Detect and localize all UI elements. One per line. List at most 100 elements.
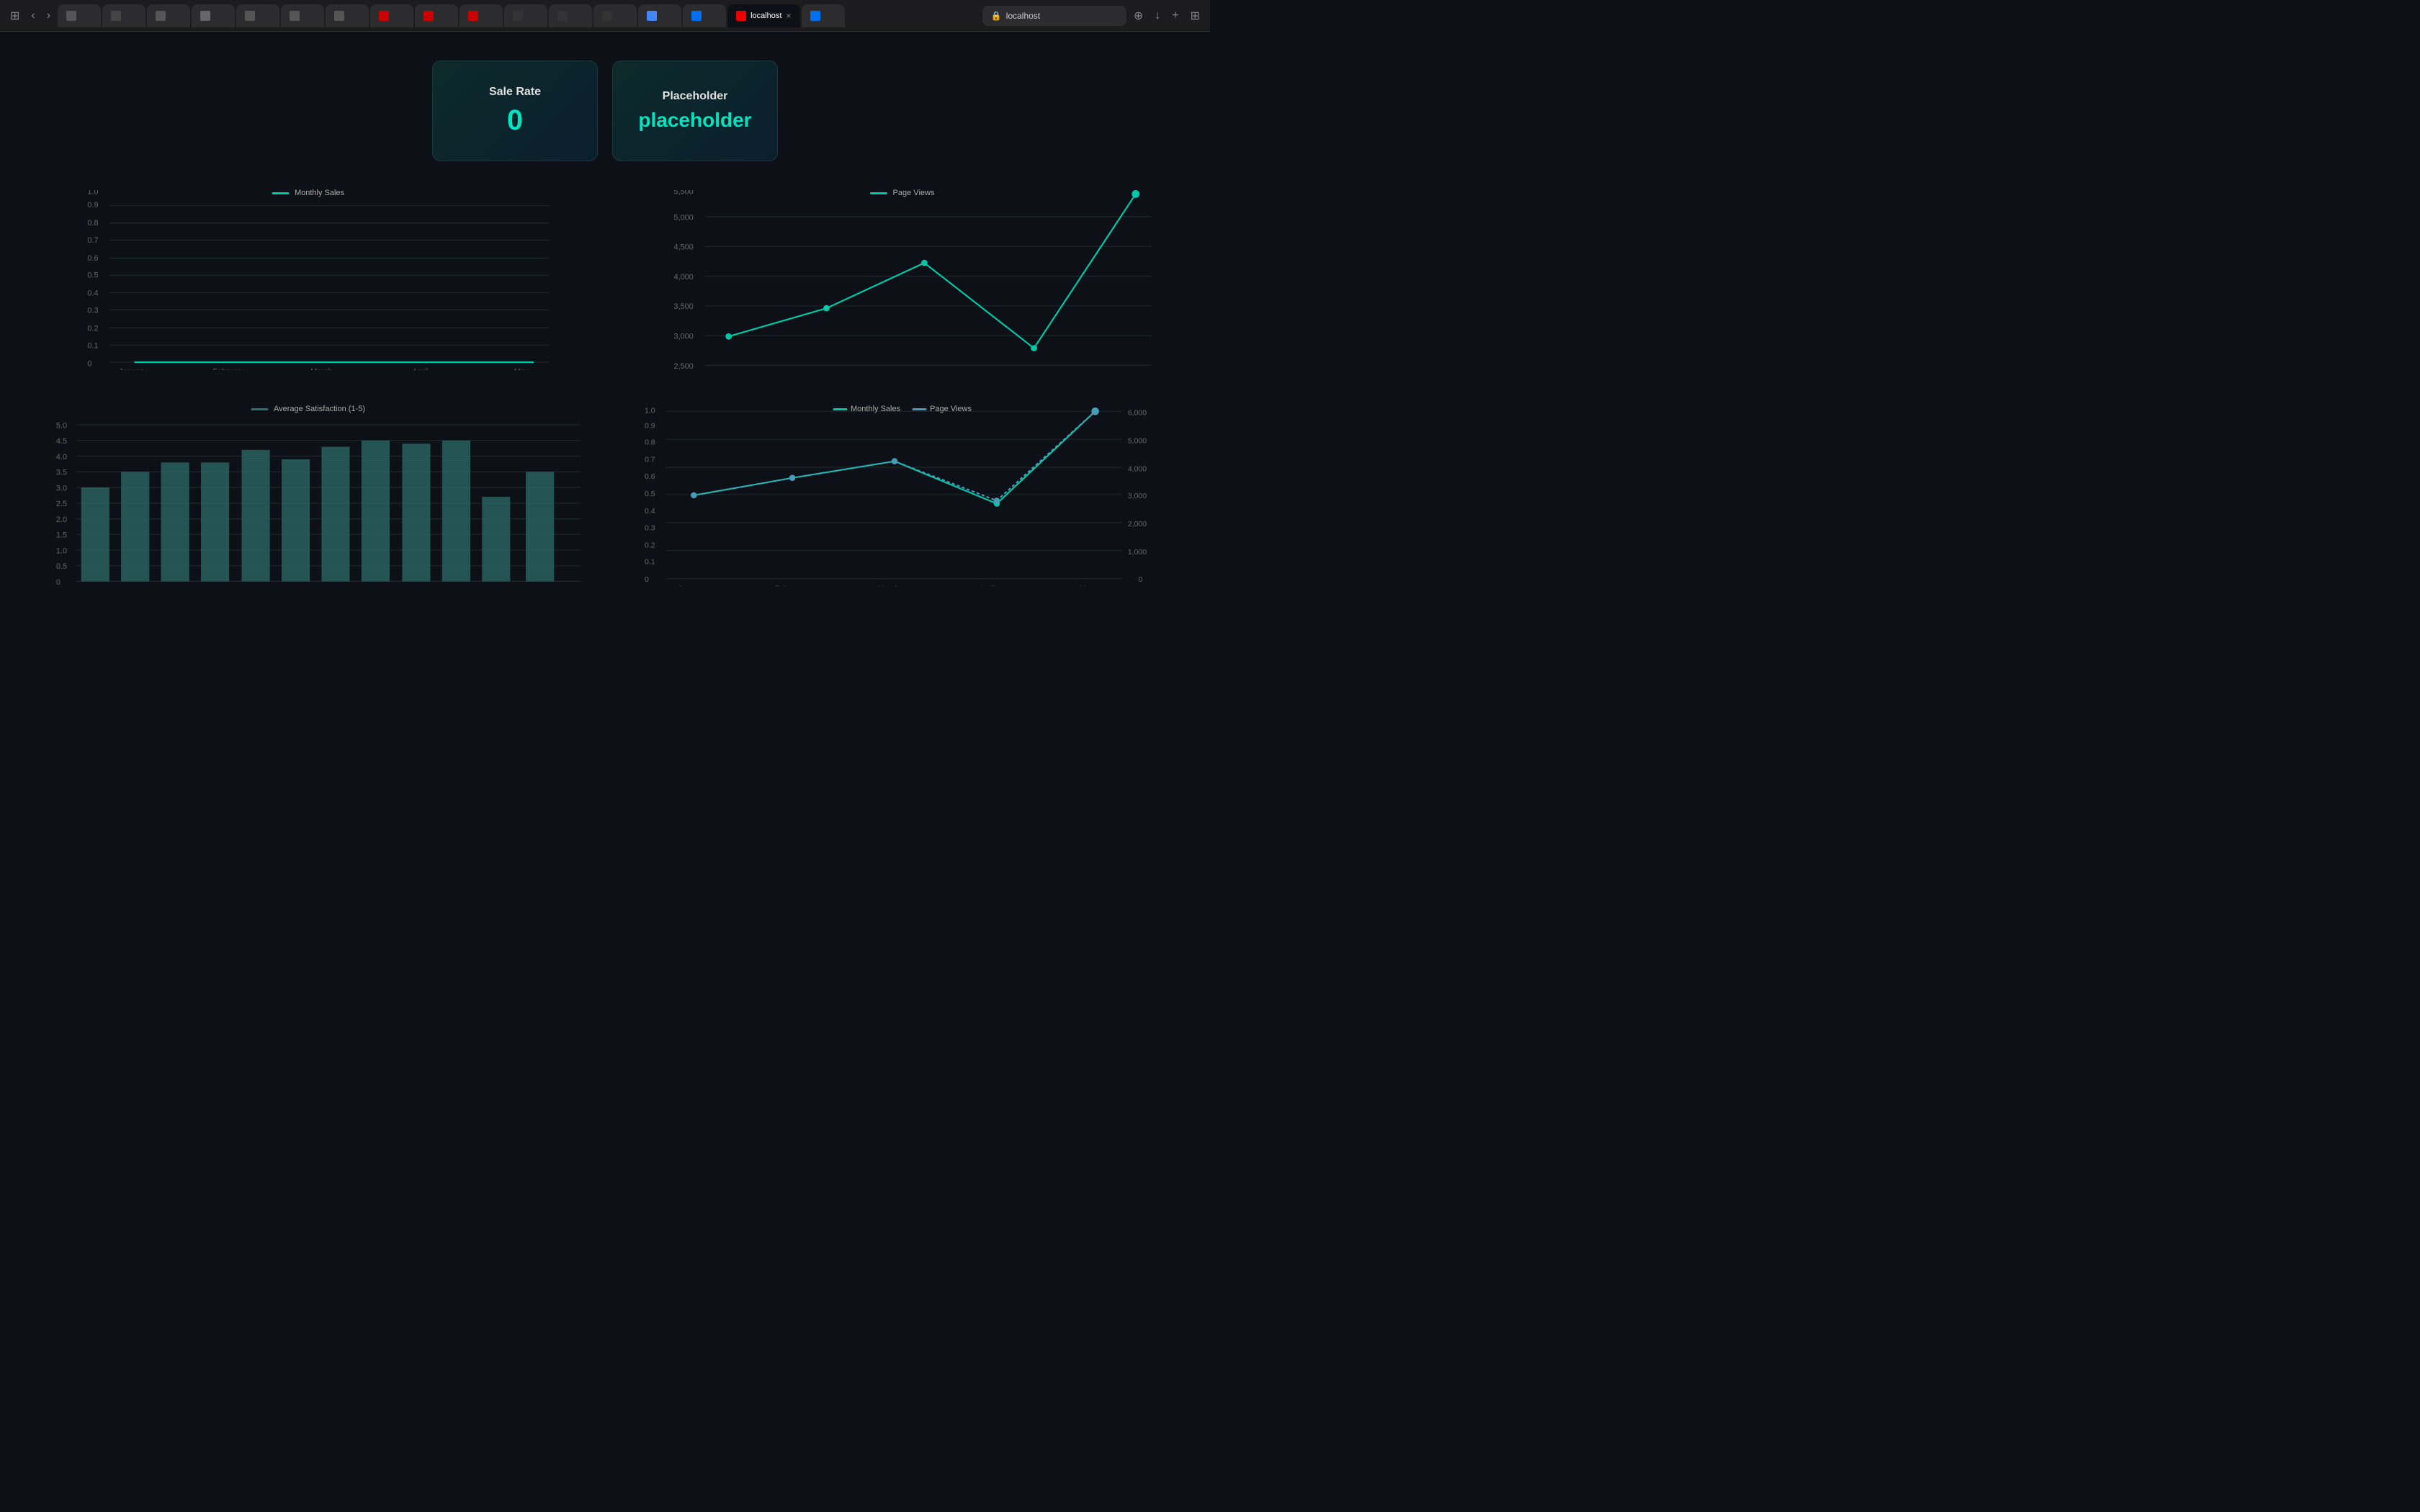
tab-arrow1[interactable] [147, 4, 190, 27]
tab-gh1[interactable] [549, 4, 592, 27]
tab-yt3[interactable] [460, 4, 503, 27]
tab-icon-google [647, 11, 657, 21]
address-bar[interactable]: 🔒 localhost [982, 6, 1126, 26]
y-label-5000: 5,000 [674, 213, 694, 222]
y-label-09: 0.9 [87, 201, 98, 210]
extensions-button[interactable]: ⊞ [1186, 7, 1204, 24]
y-label-08: 0.8 [87, 219, 98, 228]
combo-x-mar: March [878, 584, 899, 586]
combo-svg: 0 0.1 0.2 0.3 0.4 0.5 0.6 0.7 0.8 0.9 1.… [645, 406, 1160, 586]
combo-y-l09: 0.9 [645, 421, 655, 430]
bar-may [242, 450, 270, 582]
dot-jan [725, 333, 732, 340]
legend-label-page-views: Page Views [893, 189, 935, 197]
main-content: Sale Rate 0 Placeholder placeholder Mont… [0, 32, 1210, 756]
combo-y-r0: 0 [1139, 575, 1143, 584]
back-button[interactable]: ‹ [27, 8, 39, 24]
dot-mar [921, 260, 928, 266]
combo-y-l0: 0 [645, 575, 649, 584]
tab-l1[interactable] [683, 4, 726, 27]
combo-y-l07: 0.7 [645, 456, 655, 464]
combo-legend-sales-label: Monthly Sales [851, 405, 900, 413]
tab-icon-dl1 [111, 11, 121, 21]
x-label-may: May [514, 367, 529, 370]
bar-jun [282, 459, 310, 582]
tab-x[interactable] [504, 4, 547, 27]
tab-l2[interactable] [802, 4, 845, 27]
dot-may [1131, 190, 1139, 198]
tab-close-localhost[interactable]: × [786, 11, 791, 21]
x-label-apr: April [413, 367, 429, 370]
tab-icon-notion [66, 11, 76, 21]
tab-icon-g1 [290, 11, 300, 21]
page-views-svg: 2,500 3,000 3,500 4,000 4,500 5,000 5,50… [645, 190, 1188, 370]
combo-sales-line [694, 411, 1095, 503]
tab-icon-dl2 [200, 11, 210, 21]
sat-y-25: 2.5 [56, 500, 67, 508]
combo-y-r5k: 5,000 [1128, 436, 1147, 445]
sat-y-0: 0 [56, 578, 60, 586]
tab-yt1[interactable] [370, 4, 413, 27]
combo-y-l08: 0.8 [645, 438, 655, 447]
tab-localhost[interactable]: localhost × [727, 4, 799, 27]
combo-y-l05: 0.5 [645, 490, 655, 498]
combo-x-feb: February [775, 584, 806, 586]
legend-label-satisfaction: Average Satisfaction (1-5) [274, 405, 365, 413]
charts-grid: Monthly Sales 0 0.1 0.2 0.3 0.4 0.5 0.6 … [14, 183, 1196, 608]
tab-gh2[interactable] [593, 4, 637, 27]
combo-y-r4k: 4,000 [1128, 464, 1147, 473]
tab-google[interactable] [638, 4, 681, 27]
y-label-01: 0.1 [87, 342, 98, 351]
tab-yt2[interactable] [415, 4, 458, 27]
tab-icon-yt1 [379, 11, 389, 21]
tab-icon-gh2 [602, 11, 612, 21]
tab-g1[interactable] [281, 4, 324, 27]
tab-icon-l2 [810, 11, 820, 21]
sat-y-05: 0.5 [56, 562, 67, 571]
combo-views-line [694, 411, 1095, 500]
tab-notion[interactable] [58, 4, 101, 27]
x-label-jan: January [119, 367, 147, 370]
tab-dl1[interactable] [102, 4, 145, 27]
combo-legend-views: Page Views [912, 405, 972, 413]
combo-y-l01: 0.1 [645, 558, 655, 567]
combo-dot-views-feb [789, 475, 795, 481]
bar-oct [442, 441, 470, 582]
tab-dl2[interactable] [192, 4, 235, 27]
y-label-5500: 5,500 [674, 190, 694, 196]
y-label-05: 0.5 [87, 271, 98, 280]
bookmark-button[interactable]: ⊕ [1129, 7, 1147, 24]
tab-arrow2[interactable] [236, 4, 279, 27]
combo-y-l06: 0.6 [645, 472, 655, 481]
sat-y-30: 3.0 [56, 484, 67, 492]
downloads-button[interactable]: ↓ [1150, 8, 1165, 24]
tab-icon-yt2 [424, 11, 434, 21]
sidebar-toggle[interactable]: ⊞ [6, 7, 24, 24]
browser-chrome: ⊞ ‹ › [0, 0, 1210, 32]
y-label-03: 0.3 [87, 307, 98, 315]
tab-icon-l1 [691, 11, 702, 21]
legend-label-monthly-sales: Monthly Sales [295, 189, 344, 197]
lock-icon: 🔒 [991, 11, 1002, 21]
kpi-card-placeholder: Placeholder placeholder [612, 60, 778, 161]
forward-button[interactable]: › [42, 8, 55, 24]
address-text: localhost [1006, 11, 1040, 21]
y-label-4000: 4,000 [674, 273, 694, 282]
sat-y-10: 1.0 [56, 546, 67, 555]
y-label-06: 0.6 [87, 254, 98, 263]
y-label-0: 0 [87, 360, 91, 369]
chart-avg-satisfaction-legend: Average Satisfaction (1-5) [251, 405, 365, 413]
sat-y-15: 1.5 [56, 531, 67, 540]
y-label-02: 0.2 [87, 325, 98, 333]
y-label-10: 1.0 [87, 190, 98, 196]
combo-y-r1k: 1,000 [1128, 548, 1147, 557]
combo-y-l10: 1.0 [645, 406, 655, 415]
combo-dot-views-jan [691, 492, 696, 498]
legend-line-satisfaction [251, 408, 268, 410]
new-tab-button[interactable]: + [1168, 8, 1183, 24]
kpi-value-placeholder: placeholder [638, 109, 751, 132]
combo-x-jan: January [678, 584, 705, 586]
sat-y-20: 2.0 [56, 516, 67, 524]
bar-dec [526, 472, 554, 581]
tab-g2[interactable] [326, 4, 369, 27]
